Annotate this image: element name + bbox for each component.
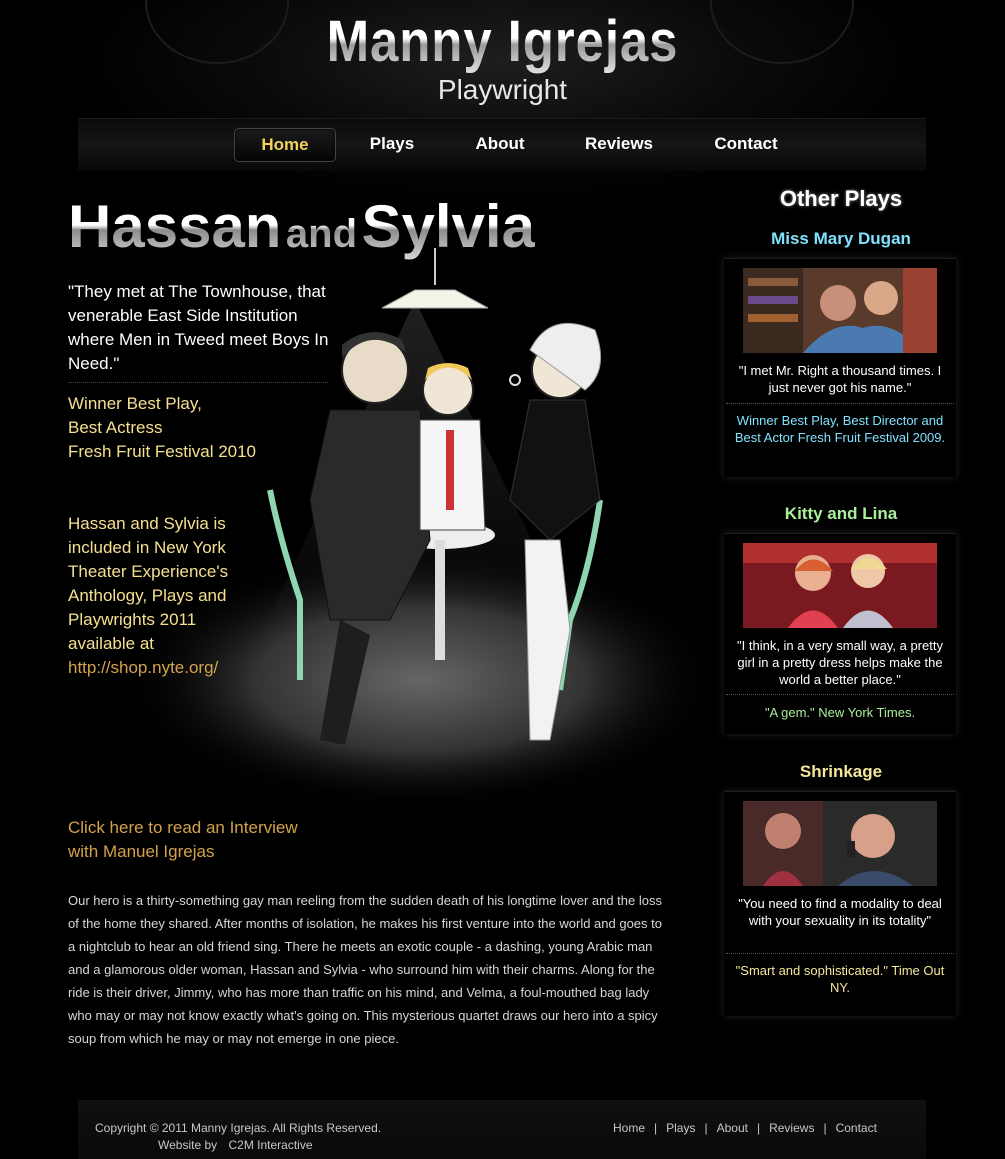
footer-separator: |: [654, 1121, 658, 1135]
website-credit: Website by C2M Interactive: [158, 1138, 313, 1152]
award-text: Winner Best Play, Best Actress Fresh Fru…: [68, 392, 330, 464]
footer-separator: |: [704, 1121, 708, 1135]
footer-link-about[interactable]: About: [717, 1121, 748, 1135]
footer-link-reviews[interactable]: Reviews: [769, 1121, 814, 1135]
nav-home[interactable]: Home: [234, 128, 336, 162]
footer-links: Home | Plays | About | Reviews | Contact: [613, 1121, 877, 1135]
title-and: and: [285, 212, 358, 256]
site-subtitle: Playwright: [437, 74, 568, 105]
interview-link[interactable]: Click here to read an Interview with Man…: [68, 816, 348, 864]
site-title[interactable]: Manny Igrejas: [60, 8, 944, 75]
footer-separator: |: [756, 1121, 761, 1135]
divider: [726, 953, 954, 954]
play-title-shrinkage[interactable]: Shrinkage: [726, 762, 956, 782]
interview-line-2[interactable]: with Manuel Igrejas: [68, 840, 348, 864]
anthology-link[interactable]: http://shop.nyte.org/: [68, 656, 218, 680]
footer-link-contact[interactable]: Contact: [836, 1121, 877, 1135]
miss-mary-dugan-photo[interactable]: [743, 268, 937, 353]
play-tagline: "They met at The Townhouse, that venerab…: [68, 282, 329, 373]
divider: [726, 403, 954, 404]
play-title-kitty-and-lina[interactable]: Kitty and Lina: [726, 504, 956, 524]
nav-plays[interactable]: Plays: [352, 128, 432, 160]
play-note-shrinkage: "Smart and sophisticated." Time Out NY.: [735, 963, 945, 995]
website-by-label: Website by: [158, 1138, 218, 1152]
divider: [68, 382, 328, 383]
footer-link-home[interactable]: Home: [613, 1121, 645, 1135]
copyright-text: Copyright © 2011 Manny Igrejas. All Righ…: [95, 1121, 382, 1135]
nav-contact[interactable]: Contact: [701, 128, 791, 160]
play-title: Hassan and Sylvia: [68, 192, 535, 261]
play-quote-miss-mary-dugan: "I met Mr. Right a thousand times. I jus…: [738, 363, 942, 395]
other-plays-heading: Other Plays: [779, 186, 903, 211]
interview-line-1[interactable]: Click here to read an Interview: [68, 816, 348, 840]
footer-separator: |: [823, 1121, 827, 1135]
play-quote-shrinkage: "You need to find a modality to deal wit…: [738, 896, 942, 928]
play-title-miss-mary-dugan[interactable]: Miss Mary Dugan: [726, 229, 956, 249]
kitty-and-lina-photo[interactable]: [743, 543, 937, 628]
anthology-text: Hassan and Sylvia is included in New Yor…: [68, 514, 229, 653]
footer-link-plays[interactable]: Plays: [666, 1121, 695, 1135]
play-note-miss-mary-dugan: Winner Best Play, Best Director and Best…: [734, 413, 946, 445]
title-sylvia: Sylvia: [361, 193, 535, 260]
play-quote-kitty-and-lina: "I think, in a very small way, a pretty …: [737, 638, 943, 687]
website-company-link[interactable]: C2M Interactive: [228, 1138, 312, 1152]
play-synopsis: Our hero is a thirty-something gay man r…: [68, 893, 662, 1046]
nav-about[interactable]: About: [460, 128, 540, 160]
play-note-kitty-and-lina: "A gem." New York Times.: [764, 705, 916, 720]
award-line-3: Fresh Fruit Festival 2010: [68, 442, 257, 461]
divider: [726, 694, 954, 695]
award-line-2: Best Actress: [68, 418, 163, 437]
award-line-1: Winner Best Play,: [68, 394, 202, 413]
nav-reviews[interactable]: Reviews: [574, 128, 664, 160]
shrinkage-photo[interactable]: [743, 801, 937, 886]
title-hassan: Hassan: [68, 193, 282, 260]
